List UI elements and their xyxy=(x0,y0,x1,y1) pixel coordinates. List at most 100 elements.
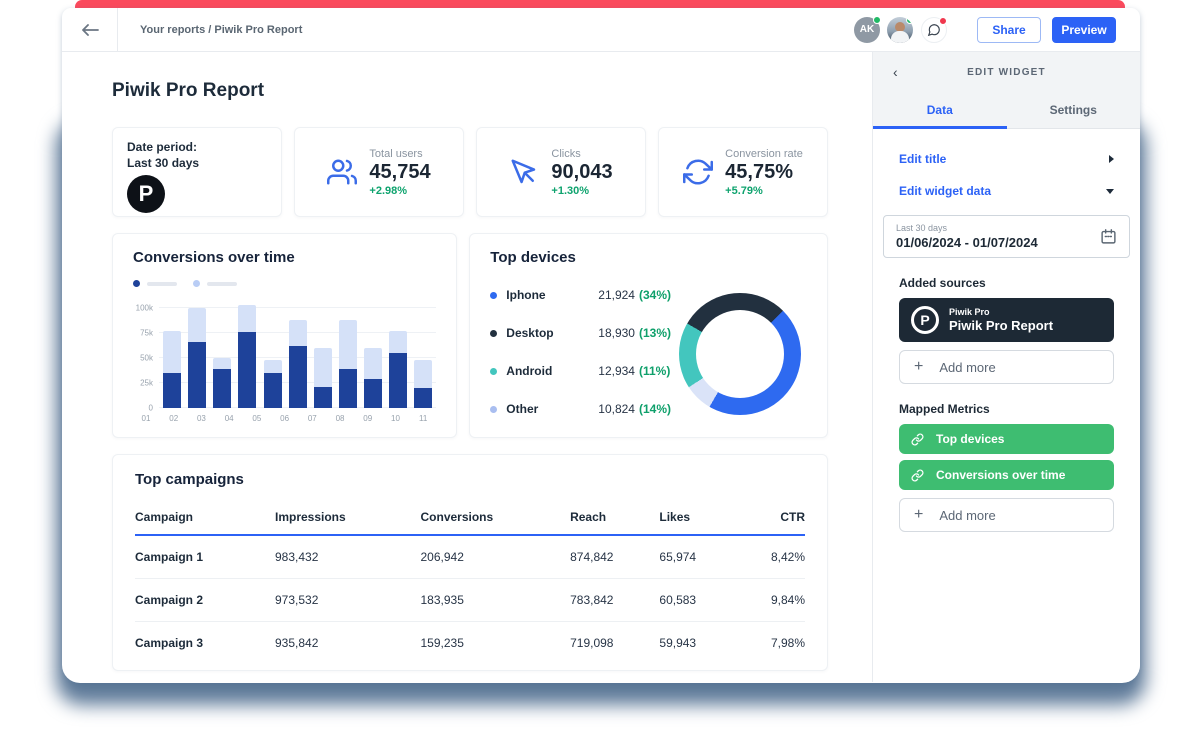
add-metric-button[interactable]: + Add more xyxy=(899,498,1114,532)
device-value: 12,934 xyxy=(598,364,635,378)
kpi-label: Clicks xyxy=(551,148,612,160)
bar-stack xyxy=(414,360,432,408)
table-cell: Campaign 1 xyxy=(135,535,275,578)
bar-08 xyxy=(339,320,357,408)
table-cell: 65,974 xyxy=(659,535,735,578)
device-row-android: Android12,934 (11%) xyxy=(490,352,671,390)
bar-segment-primary xyxy=(314,387,332,408)
device-dot xyxy=(490,330,497,337)
date-range-picker[interactable]: Last 30 days 01/06/2024 - 01/07/2024 xyxy=(883,215,1130,258)
table-cell: 183,935 xyxy=(421,578,571,621)
kpi-card-total-users[interactable]: Total users 45,754 +2.98% xyxy=(294,127,464,217)
users-icon xyxy=(327,157,357,187)
device-value: 10,824 xyxy=(598,402,635,416)
y-tick-label: 0 xyxy=(149,404,153,413)
legend-placeholder-line xyxy=(207,282,237,286)
bar-stack xyxy=(188,308,206,408)
bar-11 xyxy=(414,360,432,408)
kpi-delta: +5.79% xyxy=(725,185,803,197)
bar-segment-secondary xyxy=(314,348,332,387)
table-row[interactable]: Campaign 2973,532183,935783,84260,5839,8… xyxy=(135,578,805,621)
bar-segment-primary xyxy=(163,373,181,408)
tab-data[interactable]: Data xyxy=(873,92,1007,128)
table-row[interactable]: Campaign 3935,842159,235719,09859,9437,9… xyxy=(135,621,805,664)
table-cell: 59,943 xyxy=(659,621,735,664)
avatar-photo[interactable] xyxy=(887,17,913,43)
column-header-likes: Likes xyxy=(659,502,735,535)
source-provider: Piwik Pro xyxy=(949,307,1053,317)
cursor-icon xyxy=(509,157,539,187)
add-more-label: Add more xyxy=(939,360,995,375)
device-row-desktop: Desktop18,930(13%) xyxy=(490,314,671,352)
table-cell: 206,942 xyxy=(421,535,571,578)
bar-stack xyxy=(289,320,307,408)
sidebar-back-chevron[interactable]: ‹ xyxy=(893,64,898,80)
screen: Your reports / Piwik Pro Report AK Share… xyxy=(0,0,1200,730)
device-name: Android xyxy=(506,364,598,378)
mapped-metric-top-devices[interactable]: Top devices xyxy=(899,424,1114,454)
app-window: Your reports / Piwik Pro Report AK Share… xyxy=(62,8,1140,683)
report-canvas: Piwik Pro Report Date period: Last 30 da… xyxy=(62,52,872,682)
top-devices-widget[interactable]: Top devices Iphone21,924(34%)Desktop18,9… xyxy=(469,233,828,438)
date-range-value: 01/06/2024 - 01/07/2024 xyxy=(896,235,1038,250)
chat-button[interactable] xyxy=(921,17,947,43)
table-cell: 783,842 xyxy=(570,578,659,621)
table-row[interactable]: Campaign 1983,432206,942874,84265,9748,4… xyxy=(135,535,805,578)
source-name: Piwik Pro Report xyxy=(949,318,1053,333)
online-status-dot xyxy=(873,16,881,24)
back-button[interactable] xyxy=(62,8,118,51)
bar-segment-primary xyxy=(188,342,206,408)
bar-stack xyxy=(238,305,256,408)
x-tick-label: 06 xyxy=(276,414,294,423)
kpi-card-date-period[interactable]: Date period: Last 30 days P xyxy=(112,127,282,217)
bar-segment-primary xyxy=(414,388,432,408)
add-source-button[interactable]: + Add more xyxy=(899,350,1114,384)
table-cell: Campaign 3 xyxy=(135,621,275,664)
kpi-label: Total users xyxy=(369,148,430,160)
tab-settings[interactable]: Settings xyxy=(1007,92,1141,128)
device-dot xyxy=(490,368,497,375)
add-more-label: Add more xyxy=(939,508,995,523)
edit-widget-data-row[interactable]: Edit widget data xyxy=(873,175,1140,207)
edit-title-link[interactable]: Edit title xyxy=(899,152,946,166)
mapped-metric-conversions-over-time[interactable]: Conversions over time xyxy=(899,460,1114,490)
page-title: Piwik Pro Report xyxy=(112,80,828,102)
device-percent: (13%) xyxy=(639,326,671,340)
y-tick-label: 100k xyxy=(136,304,153,313)
preview-button[interactable]: Preview xyxy=(1052,17,1116,43)
device-value: 21,924 xyxy=(598,288,635,302)
avatar-ak[interactable]: AK xyxy=(854,17,880,43)
bar-chart-y-axis: 025k50k75k100k xyxy=(133,303,159,408)
bar-segment-primary xyxy=(289,346,307,408)
kpi-delta: +2.98% xyxy=(369,185,430,197)
edit-widget-data-link[interactable]: Edit widget data xyxy=(899,184,991,198)
kpi-card-conversion-rate[interactable]: Conversion rate 45,75% +5.79% xyxy=(658,127,828,217)
bar-09 xyxy=(364,348,382,408)
campaigns-table: CampaignImpressionsConversionsReachLikes… xyxy=(135,502,805,664)
source-card-piwik-pro[interactable]: P Piwik Pro Piwik Pro Report xyxy=(899,298,1114,342)
avatar-photo-shirt xyxy=(891,31,909,43)
kpi-value: 45,754 xyxy=(369,161,430,184)
x-tick-label: 08 xyxy=(331,414,349,423)
x-tick-label: 01 xyxy=(137,414,155,423)
top-bar: Your reports / Piwik Pro Report AK Share… xyxy=(62,8,1140,52)
top-campaigns-widget[interactable]: Top campaigns CampaignImpressionsConvers… xyxy=(112,454,828,671)
conversions-over-time-widget[interactable]: Conversions over time 025k50k75k100k 010… xyxy=(112,233,457,438)
kpi-label: Conversion rate xyxy=(725,148,803,160)
back-arrow-icon xyxy=(81,24,99,36)
plus-icon: + xyxy=(914,358,923,376)
x-tick-label: 05 xyxy=(248,414,266,423)
sidebar-content: Edit title Edit widget data Last 30 days… xyxy=(873,129,1140,682)
breadcrumb[interactable]: Your reports / Piwik Pro Report xyxy=(140,24,302,36)
chat-bubble-icon xyxy=(927,23,941,37)
legend-dot xyxy=(193,280,200,287)
x-tick-label: 07 xyxy=(303,414,321,423)
chevron-right-icon xyxy=(1109,155,1114,163)
bar-stack xyxy=(389,331,407,408)
edit-title-row[interactable]: Edit title xyxy=(873,143,1140,175)
widget-title: Top devices xyxy=(490,249,807,266)
kpi-card-clicks[interactable]: Clicks 90,043 +1.30% xyxy=(476,127,646,217)
device-percent: (11%) xyxy=(639,364,670,378)
notification-dot xyxy=(939,17,947,25)
share-button[interactable]: Share xyxy=(977,17,1041,43)
